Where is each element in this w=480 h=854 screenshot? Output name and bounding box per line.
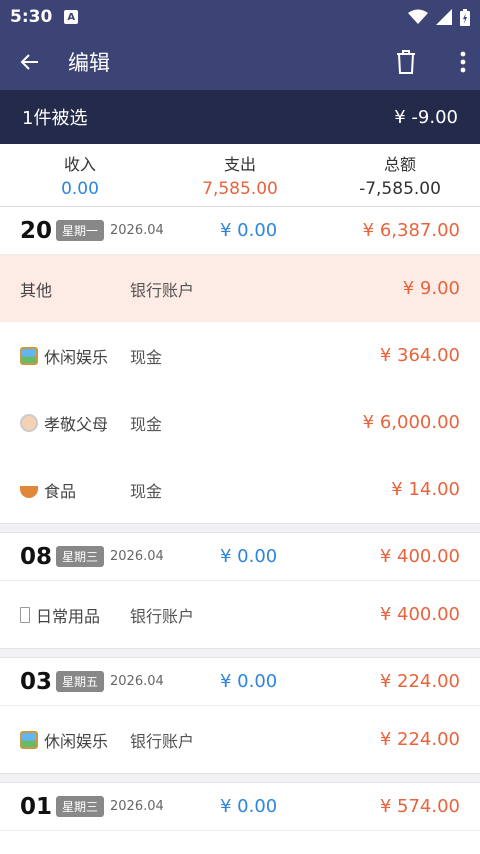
category-label: 休闲娱乐	[44, 347, 109, 367]
weekday-badge: 星期三	[56, 546, 105, 567]
day-header: 08 星期三 2026.04 ¥ 0.00 ¥ 400.00	[0, 533, 480, 581]
year-month: 2026.04	[110, 549, 164, 564]
category: 其他	[20, 277, 130, 301]
notification-a-icon: A	[64, 10, 79, 24]
expense-value: 7,585.00	[202, 179, 278, 199]
section-divider	[0, 523, 480, 533]
picture-icon	[20, 730, 38, 749]
category-label: 日常用品	[36, 606, 101, 626]
day-income: ¥ 0.00	[220, 671, 278, 692]
category: 休闲娱乐	[20, 344, 130, 368]
category: 日常用品	[20, 603, 130, 627]
account: 银行账户	[130, 606, 195, 626]
back-arrow-icon[interactable]	[18, 50, 42, 74]
day-number: 08	[20, 543, 53, 570]
picture-icon	[20, 346, 38, 365]
account: 银行账户	[130, 280, 195, 300]
day-header: 01 星期三 2026.04 ¥ 0.00 ¥ 574.00	[0, 783, 480, 831]
transaction-row[interactable]: 休闲娱乐 现金 ¥ 364.00	[0, 322, 480, 389]
category-label: 食品	[44, 481, 77, 501]
transaction-row[interactable]: 日常用品 银行账户 ¥ 400.00	[0, 581, 480, 648]
day-number: 03	[20, 668, 53, 695]
amount: ¥ 400.00	[379, 604, 460, 625]
day-expense: ¥ 400.00	[379, 546, 460, 567]
selection-bar: 1件被选 ¥ -9.00	[0, 90, 480, 144]
transaction-row[interactable]: 休闲娱乐 银行账户 ¥ 224.00	[0, 706, 480, 773]
day-number: 20	[20, 217, 53, 244]
battery-icon	[460, 8, 470, 26]
noodle-bowl-icon	[20, 485, 38, 498]
expense-label: 支出	[223, 155, 256, 174]
weekday-badge: 星期三	[56, 796, 105, 817]
income-label: 收入	[63, 155, 96, 174]
day-income: ¥ 0.00	[220, 220, 278, 241]
category-label: 休闲娱乐	[44, 731, 109, 751]
category-label: 孝敬父母	[44, 414, 109, 434]
total-label: 总额	[383, 155, 416, 174]
total-summary: 总额 -7,585.00	[320, 144, 480, 206]
status-icons	[408, 8, 470, 26]
day-header: 20 星期一 2026.04 ¥ 0.00 ¥ 6,387.00	[0, 207, 480, 255]
section-divider	[0, 773, 480, 783]
year-month: 2026.04	[110, 799, 164, 814]
status-bar: 5:30 A	[0, 0, 480, 34]
wifi-icon	[408, 9, 428, 24]
weekday-badge: 星期一	[56, 220, 105, 241]
status-time: 5:30	[10, 7, 53, 27]
total-value: -7,585.00	[359, 179, 441, 199]
summary-panel: 收入 0.00 支出 7,585.00 总额 -7,585.00	[0, 144, 480, 207]
amount: ¥ 9.00	[402, 278, 460, 299]
elder-face-icon	[20, 413, 38, 432]
amount: ¥ 6,000.00	[362, 412, 460, 433]
day-expense: ¥ 6,387.00	[362, 220, 460, 241]
app-bar: 编辑	[0, 34, 480, 90]
account: 现金	[130, 414, 163, 434]
category: 孝敬父母	[20, 411, 130, 435]
placeholder-icon	[20, 606, 30, 623]
transaction-row[interactable]: 食品 现金 ¥ 14.00	[0, 456, 480, 523]
weekday-badge: 星期五	[56, 671, 105, 692]
signal-icon	[436, 9, 452, 25]
category: 休闲娱乐	[20, 728, 130, 752]
transaction-row-selected[interactable]: 其他 银行账户 ¥ 9.00	[0, 255, 480, 322]
day-income: ¥ 0.00	[220, 546, 278, 567]
selection-amount: ¥ -9.00	[394, 106, 458, 128]
income-summary: 收入 0.00	[0, 144, 160, 206]
day-number: 01	[20, 793, 53, 820]
amount: ¥ 224.00	[379, 729, 460, 750]
amount: ¥ 14.00	[391, 479, 460, 500]
expense-summary: 支出 7,585.00	[160, 144, 320, 206]
selection-count: 1件被选	[22, 108, 88, 129]
year-month: 2026.04	[110, 674, 164, 689]
day-header: 03 星期五 2026.04 ¥ 0.00 ¥ 224.00	[0, 658, 480, 706]
account: 现金	[130, 347, 163, 367]
delete-trash-icon[interactable]	[394, 49, 418, 75]
day-expense: ¥ 574.00	[379, 796, 460, 817]
account: 银行账户	[130, 731, 195, 751]
category: 食品	[20, 478, 130, 502]
category-label: 其他	[20, 280, 53, 300]
section-divider	[0, 648, 480, 658]
income-value: 0.00	[61, 179, 99, 199]
year-month: 2026.04	[110, 223, 164, 238]
day-expense: ¥ 224.00	[379, 671, 460, 692]
page-title: 编辑	[68, 51, 110, 75]
account: 现金	[130, 481, 163, 501]
amount: ¥ 364.00	[379, 345, 460, 366]
transaction-row[interactable]: 孝敬父母 现金 ¥ 6,000.00	[0, 389, 480, 456]
more-vert-icon[interactable]	[460, 51, 466, 73]
day-income: ¥ 0.00	[220, 796, 278, 817]
